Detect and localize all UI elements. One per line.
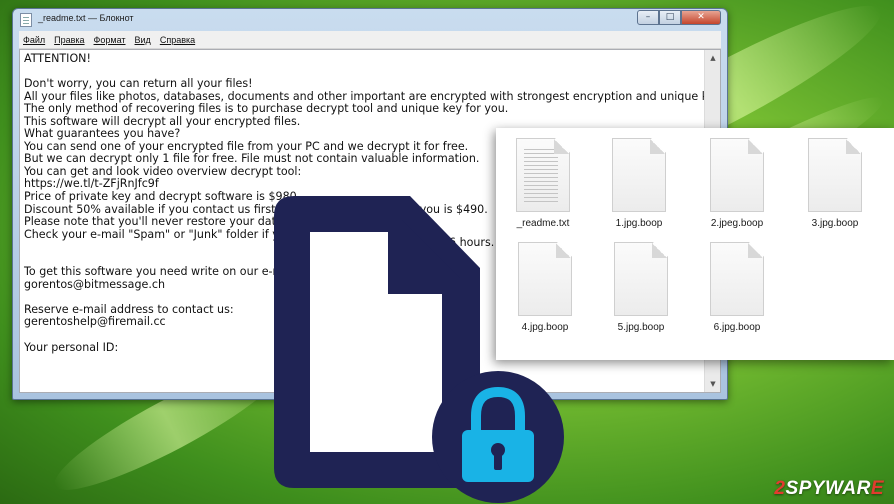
menu-help[interactable]: Справка bbox=[160, 35, 195, 45]
file-name: 5.jpg.boop bbox=[617, 322, 665, 333]
menu-file[interactable]: Файл bbox=[23, 35, 45, 45]
blank-file-icon bbox=[710, 242, 764, 316]
file-name: _readme.txt bbox=[516, 218, 570, 229]
title-bar[interactable]: _readme.txt — Блокнот – □ ✕ bbox=[13, 9, 727, 31]
minimize-button[interactable]: – bbox=[637, 10, 659, 25]
watermark-tail: E bbox=[870, 478, 884, 499]
blank-file-icon bbox=[614, 242, 668, 316]
file-item[interactable]: 6.jpg.boop bbox=[692, 242, 782, 333]
text-file-icon bbox=[516, 138, 570, 212]
note-line: The only method of recovering files is t… bbox=[24, 102, 509, 116]
menu-format[interactable]: Формат bbox=[94, 35, 126, 45]
file-name: 6.jpg.boop bbox=[713, 322, 761, 333]
file-item[interactable]: _readme.txt bbox=[498, 138, 588, 229]
note-line: Don't worry, you can return all your fil… bbox=[24, 77, 253, 91]
file-item[interactable]: 4.jpg.boop bbox=[500, 242, 590, 333]
note-line: ATTENTION! bbox=[24, 52, 91, 65]
menu-view[interactable]: Вид bbox=[135, 35, 151, 45]
blank-file-icon bbox=[710, 138, 764, 212]
blank-file-icon bbox=[612, 138, 666, 212]
file-list-panel: _readme.txt 1.jpg.boop 2.jpeg.boop 3.jpg… bbox=[496, 128, 894, 360]
padlock-icon bbox=[432, 371, 564, 503]
close-button[interactable]: ✕ bbox=[681, 10, 721, 25]
file-item[interactable]: 5.jpg.boop bbox=[596, 242, 686, 333]
file-name: 4.jpg.boop bbox=[521, 322, 569, 333]
blank-file-icon bbox=[808, 138, 862, 212]
watermark-two: 2 bbox=[774, 478, 786, 499]
file-name: 3.jpg.boop bbox=[811, 218, 859, 229]
maximize-button[interactable]: □ bbox=[659, 10, 681, 25]
blank-file-icon bbox=[518, 242, 572, 316]
watermark-text: SPYWAR bbox=[785, 478, 871, 499]
scroll-up-icon[interactable]: ▲ bbox=[705, 50, 720, 66]
notepad-icon bbox=[20, 13, 32, 27]
window-title: _readme.txt — Блокнот bbox=[38, 13, 134, 23]
scroll-down-icon[interactable]: ▼ bbox=[705, 376, 720, 392]
menu-bar: Файл Правка Формат Вид Справка bbox=[19, 31, 721, 49]
file-item[interactable]: 1.jpg.boop bbox=[594, 138, 684, 229]
file-name: 2.jpeg.boop bbox=[710, 218, 764, 229]
file-item[interactable]: 2.jpeg.boop bbox=[692, 138, 782, 229]
watermark-logo: 2SPYWARE bbox=[774, 478, 884, 500]
file-name: 1.jpg.boop bbox=[615, 218, 663, 229]
menu-edit[interactable]: Правка bbox=[54, 35, 84, 45]
file-item[interactable]: 3.jpg.boop bbox=[790, 138, 880, 229]
